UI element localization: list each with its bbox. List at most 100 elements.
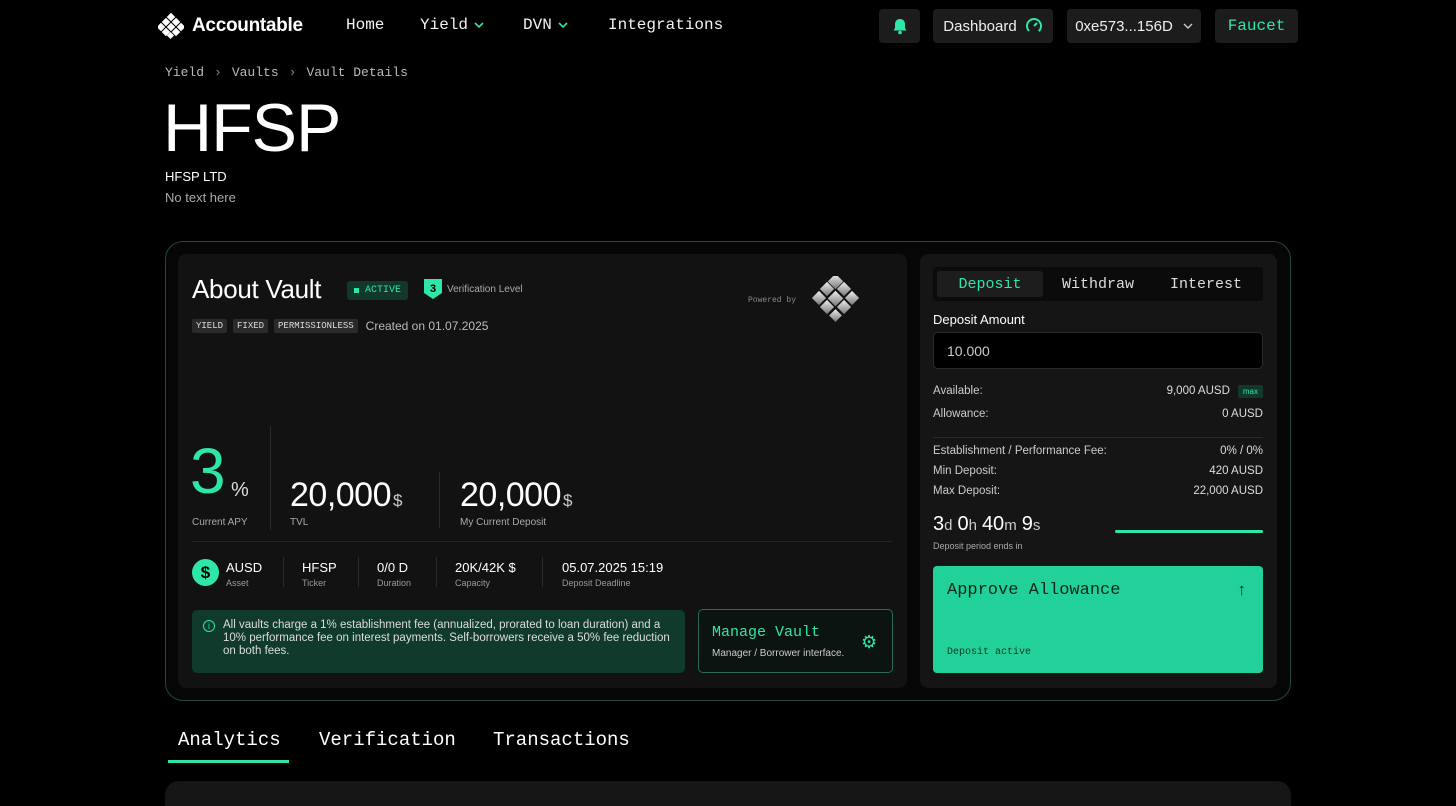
my-deposit-label: My Current Deposit (460, 517, 547, 528)
divider (933, 437, 1263, 438)
partner-logo-icon (811, 276, 860, 322)
active-tab-underline (168, 760, 289, 763)
countdown-unit: m (1004, 517, 1017, 534)
breadcrumb-vaults[interactable]: Vaults (232, 65, 279, 80)
countdown-seconds: 9 (1021, 513, 1033, 535)
breadcrumb: Yield › Vaults › Vault Details (165, 65, 408, 80)
countdown-unit: s (1032, 517, 1041, 534)
countdown-minutes: 40 (981, 513, 1005, 535)
available-row: Available: 9,000 AUSD max (933, 385, 1263, 398)
deposit-amount-input[interactable] (933, 332, 1263, 369)
deposit-period-progress (1115, 530, 1263, 533)
nav-integrations[interactable]: Integrations (608, 16, 723, 34)
max-deposit-value: 22,000 AUSD (1193, 485, 1263, 497)
fee-notice: i All vaults charge a 1% establishment f… (192, 610, 685, 673)
wallet-address: 0xe573...156D (1075, 17, 1173, 35)
approve-allowance-label: Approve Allowance (947, 581, 1121, 600)
stat-ticker-value: HFSP (302, 560, 337, 575)
available-value: 9,000 AUSD (1166, 385, 1230, 397)
stat-asset-value: AUSD (226, 560, 263, 575)
divider (270, 426, 271, 530)
deposit-panel: Deposit Withdraw Interest Deposit Amount… (920, 254, 1277, 688)
countdown-hours: 0 (957, 513, 969, 535)
powered-by-label: Powered by (748, 296, 797, 305)
divider (542, 557, 543, 587)
dashboard-button[interactable]: Dashboard (933, 9, 1053, 43)
tab-deposit[interactable]: Deposit (937, 271, 1043, 297)
countdown-label: Deposit period ends in (933, 541, 1023, 551)
manage-vault-button[interactable]: Manage Vault Manager / Borrower interfac… (698, 609, 893, 673)
faucet-button[interactable]: Faucet (1215, 9, 1298, 43)
tab-verification[interactable]: Verification (319, 729, 456, 751)
tag-permissionless: PERMISSIONLESS (274, 319, 358, 333)
stat-deadline-value: 05.07.2025 15:19 (562, 560, 664, 575)
tab-analytics[interactable]: Analytics (178, 729, 281, 751)
vault-company: HFSP LTD (165, 169, 227, 184)
stat-capacity-label: Capacity (455, 578, 491, 588)
wallet-button[interactable]: 0xe573...156D (1067, 9, 1201, 43)
tab-interest[interactable]: Interest (1153, 271, 1259, 297)
deposit-amount-label: Deposit Amount (933, 312, 1025, 327)
fee-notice-text: All vaults charge a 1% establishment fee… (223, 619, 670, 657)
status-badge: ACTIVE (347, 281, 409, 300)
allowance-row: Allowance: 0 AUSD (933, 408, 1263, 420)
available-label: Available: (933, 385, 983, 397)
top-nav: Accountable Home Yield DVN Integrations … (0, 0, 1456, 52)
info-icon: i (203, 620, 215, 632)
dashboard-label: Dashboard (943, 17, 1017, 35)
gear-icon: ⚙ (861, 632, 878, 652)
status-dot-icon (354, 288, 359, 293)
tab-withdraw[interactable]: Withdraw (1045, 271, 1151, 297)
created-date: Created on 01.07.2025 (365, 319, 489, 333)
analytics-card (165, 781, 1291, 806)
nav-home[interactable]: Home (346, 16, 384, 34)
approve-allowance-status: Deposit active (947, 647, 1032, 658)
stat-asset-label: Asset (226, 578, 249, 588)
countdown-timer: 3d 0h 40m 9s (933, 513, 1045, 536)
chevron-down-icon (474, 22, 484, 29)
status-text: ACTIVE (365, 285, 402, 296)
brand-logo[interactable]: Accountable (158, 13, 303, 39)
min-deposit-row: Min Deposit: 420 AUSD (933, 465, 1263, 477)
max-deposit-row: Max Deposit: 22,000 AUSD (933, 485, 1263, 497)
chevron-down-icon (1183, 23, 1193, 29)
min-deposit-label: Min Deposit: (933, 465, 997, 477)
tvl-number: 20,000 (290, 476, 392, 514)
breadcrumb-vault-details: Vault Details (306, 65, 408, 80)
tvl-unit: $ (393, 491, 402, 510)
manage-vault-title: Manage Vault (712, 624, 821, 641)
fee-value: 0% / 0% (1220, 445, 1263, 457)
shield-icon: 3 (424, 279, 442, 299)
divider (358, 557, 359, 587)
about-title: About Vault (192, 274, 322, 304)
accountable-logo-icon (158, 13, 184, 39)
breadcrumb-yield[interactable]: Yield (165, 65, 204, 80)
breadcrumb-separator: › (214, 65, 222, 80)
my-deposit-unit: $ (563, 491, 572, 510)
tvl-value: 20,000 $ (290, 476, 402, 515)
nav-yield[interactable]: Yield (420, 16, 484, 34)
manage-vault-subtitle: Manager / Borrower interface. (712, 648, 845, 659)
tag-fixed: FIXED (233, 319, 269, 333)
allowance-label: Allowance: (933, 408, 989, 420)
stat-duration-value: 0/0 D (377, 560, 409, 575)
divider (192, 541, 892, 542)
max-deposit-label: Max Deposit: (933, 485, 1001, 497)
stat-deadline-label: Deposit Deadline (562, 578, 631, 588)
tab-transactions[interactable]: Transactions (493, 729, 630, 751)
max-button[interactable]: max (1237, 385, 1263, 398)
allowance-value: 0 AUSD (1222, 408, 1263, 420)
nav-dvn[interactable]: DVN (523, 16, 568, 34)
stat-capacity-value: 20K/42K $ (455, 560, 516, 575)
fee-row: Establishment / Performance Fee: 0% / 0% (933, 445, 1263, 457)
min-deposit-value: 420 AUSD (1209, 465, 1263, 477)
my-deposit-number: 20,000 (460, 476, 562, 514)
approve-allowance-button[interactable]: Approve Allowance ↑ Deposit active (933, 566, 1263, 673)
notifications-button[interactable] (879, 9, 920, 43)
stat-ticker-label: Ticker (302, 578, 327, 588)
apy-value: 3 (190, 435, 226, 507)
apy-unit: % (231, 479, 249, 501)
nav-dvn-label: DVN (523, 16, 552, 34)
tag-yield: YIELD (192, 319, 228, 333)
divider (283, 557, 284, 587)
